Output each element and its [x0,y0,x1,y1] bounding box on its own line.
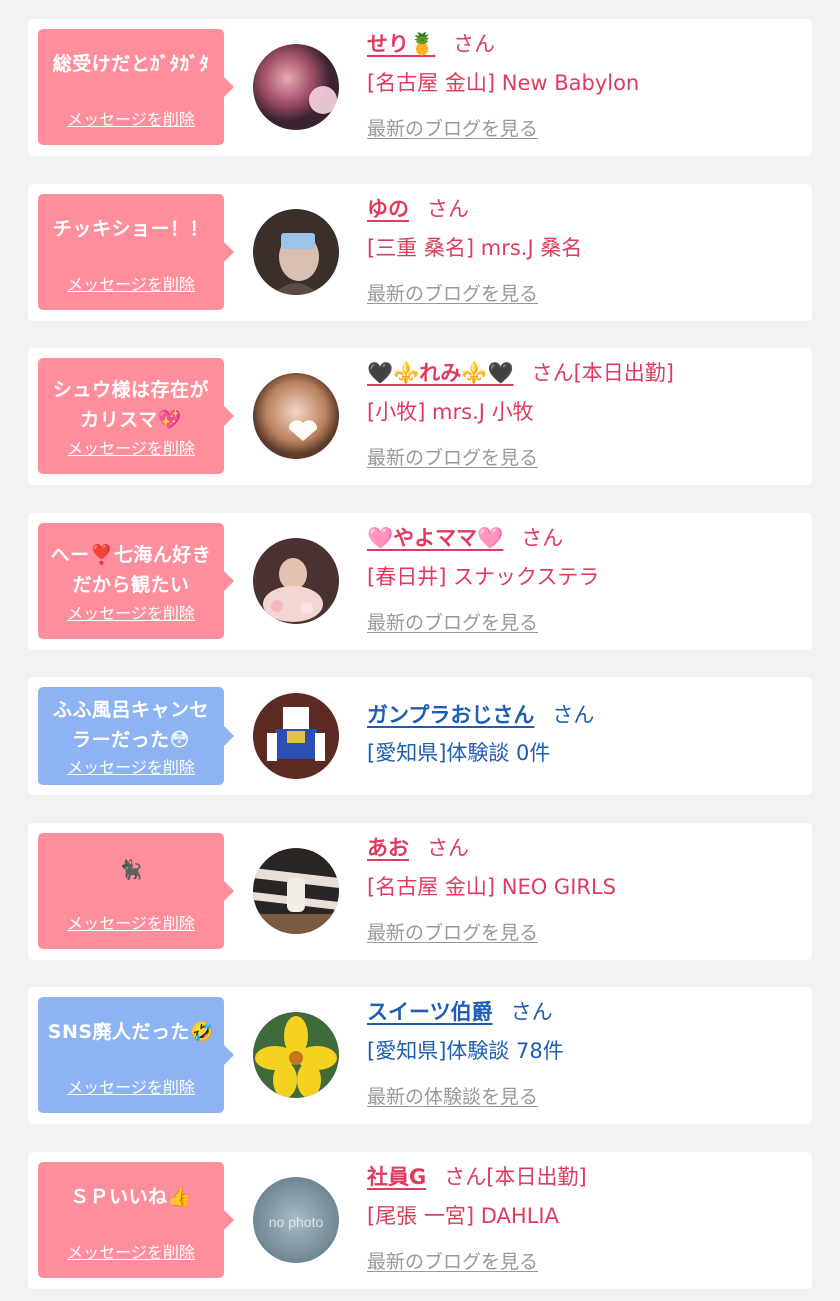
latest-review-link[interactable]: 最新の体験談を見る [367,1084,538,1110]
message-text: 総受けだとｶﾞﾀｶﾞﾀ [52,53,210,75]
member-name-link[interactable]: せり🍍 [367,32,435,56]
member-suffix: さん [427,836,469,860]
delete-message-link[interactable]: メッセージを削除 [38,913,224,935]
message-list: 総受けだとｶﾞﾀｶﾞﾀ メッセージを削除 せり🍍 さん [名古屋 金山] New … [0,0,840,1301]
delete-message-link[interactable]: メッセージを削除 [38,274,224,296]
member-name-link[interactable]: スイーツ伯爵 [367,1000,493,1024]
message-text: ＳＰいいね👍 [70,1186,192,1208]
delete-message-link[interactable]: メッセージを削除 [38,1242,224,1264]
member-location: [愛知県]体験談 78件 [367,1039,564,1063]
message-text: 🐈‍⬛ [118,859,144,881]
message-bubble: ＳＰいいね👍 メッセージを削除 [38,1162,234,1278]
message-text: シュウ様は存在が カリスマ💖 [52,379,209,431]
avatar[interactable] [253,1012,339,1098]
latest-blog-link[interactable]: 最新のブログを見る [367,1249,538,1275]
member-name-link[interactable]: 🖤⚜️れみ⚜️🖤 [367,361,514,385]
member-name-link[interactable]: ゆの [367,197,409,221]
message-card: シュウ様は存在が カリスマ💖 メッセージを削除 🖤⚜️れみ⚜️🖤 さん[本日出勤]… [28,348,812,485]
member-location: [三重 桑名] mrs.J 桑名 [367,236,583,260]
message-card: ＳＰいいね👍 メッセージを削除 no photo 社員G さん[本日出勤] [尾張… [28,1152,812,1289]
no-photo-placeholder: no photo [269,1214,324,1230]
avatar[interactable] [253,848,339,934]
delete-message-link[interactable]: メッセージを削除 [38,757,224,779]
member-suffix: さん [427,197,469,221]
message-card: 総受けだとｶﾞﾀｶﾞﾀ メッセージを削除 せり🍍 さん [名古屋 金山] New … [28,19,812,156]
message-text: へー❣️七海ん好き だから観たい [50,544,212,596]
member-name-link[interactable]: ガンプラおじさん [367,703,534,727]
member-location: [愛知県]体験談 0件 [367,741,551,765]
latest-blog-link[interactable]: 最新のブログを見る [367,281,538,307]
message-bubble: SNS廃人だった🤣 メッセージを削除 [38,997,234,1113]
member-location: [名古屋 金山] New Babylon [367,71,640,95]
member-suffix: さん [521,526,564,550]
avatar[interactable] [253,44,339,130]
message-bubble: シュウ様は存在が カリスマ💖 メッセージを削除 [38,358,234,474]
member-suffix: さん [552,703,595,727]
member-location: [尾張 一宮] DAHLIA [367,1204,559,1228]
member-suffix: さん[本日出勤] [444,1165,587,1189]
member-location: [名古屋 金山] NEO GIRLS [367,875,617,899]
avatar[interactable] [253,373,339,459]
message-bubble: 🐈‍⬛ メッセージを削除 [38,833,234,949]
message-card: チッキショー！！ メッセージを削除 ゆの さん [三重 桑名] mrs.J 桑名 … [28,184,812,321]
latest-blog-link[interactable]: 最新のブログを見る [367,610,538,636]
avatar[interactable] [253,209,339,295]
latest-blog-link[interactable]: 最新のブログを見る [367,920,538,946]
message-bubble: へー❣️七海ん好き だから観たい メッセージを削除 [38,523,234,639]
message-card: ふふ風呂キャンセ ラーだった😳 メッセージを削除 ガンプラおじさん さん [愛知県… [28,677,812,795]
delete-message-link[interactable]: メッセージを削除 [38,1077,224,1099]
member-name-link[interactable]: あお [367,836,409,860]
latest-blog-link[interactable]: 最新のブログを見る [367,445,538,471]
member-suffix: さん [453,32,496,56]
message-card: へー❣️七海ん好き だから観たい メッセージを削除 🩷やよママ🩷 さん [春日井]… [28,513,812,650]
message-text: ふふ風呂キャンセ ラーだった😳 [52,699,209,751]
message-card: 🐈‍⬛ メッセージを削除 あお さん [名古屋 金山] NEO GIRLS 最新の… [28,823,812,960]
member-suffix: さん[本日出勤] [531,361,674,385]
member-name-link[interactable]: 🩷やよママ🩷 [367,526,503,550]
avatar[interactable] [253,538,339,624]
avatar[interactable]: no photo [253,1177,339,1263]
delete-message-link[interactable]: メッセージを削除 [38,109,224,131]
message-bubble: チッキショー！！ メッセージを削除 [38,194,234,310]
delete-message-link[interactable]: メッセージを削除 [38,603,224,625]
member-name-link[interactable]: 社員G [367,1165,426,1189]
message-text: SNS廃人だった🤣 [47,1021,215,1043]
message-text: チッキショー！！ [52,218,209,240]
latest-blog-link[interactable]: 最新のブログを見る [367,116,538,142]
message-bubble: ふふ風呂キャンセ ラーだった😳 メッセージを削除 [38,687,234,785]
message-card: SNS廃人だった🤣 メッセージを削除 スイーツ伯爵 さん [愛知県]体験談 78件… [28,987,812,1124]
delete-message-link[interactable]: メッセージを削除 [38,438,224,460]
member-suffix: さん [510,1000,553,1024]
avatar[interactable] [253,693,339,779]
message-bubble: 総受けだとｶﾞﾀｶﾞﾀ メッセージを削除 [38,29,234,145]
member-location: [小牧] mrs.J 小牧 [367,400,534,424]
member-location: [春日井] スナックステラ [367,565,600,589]
